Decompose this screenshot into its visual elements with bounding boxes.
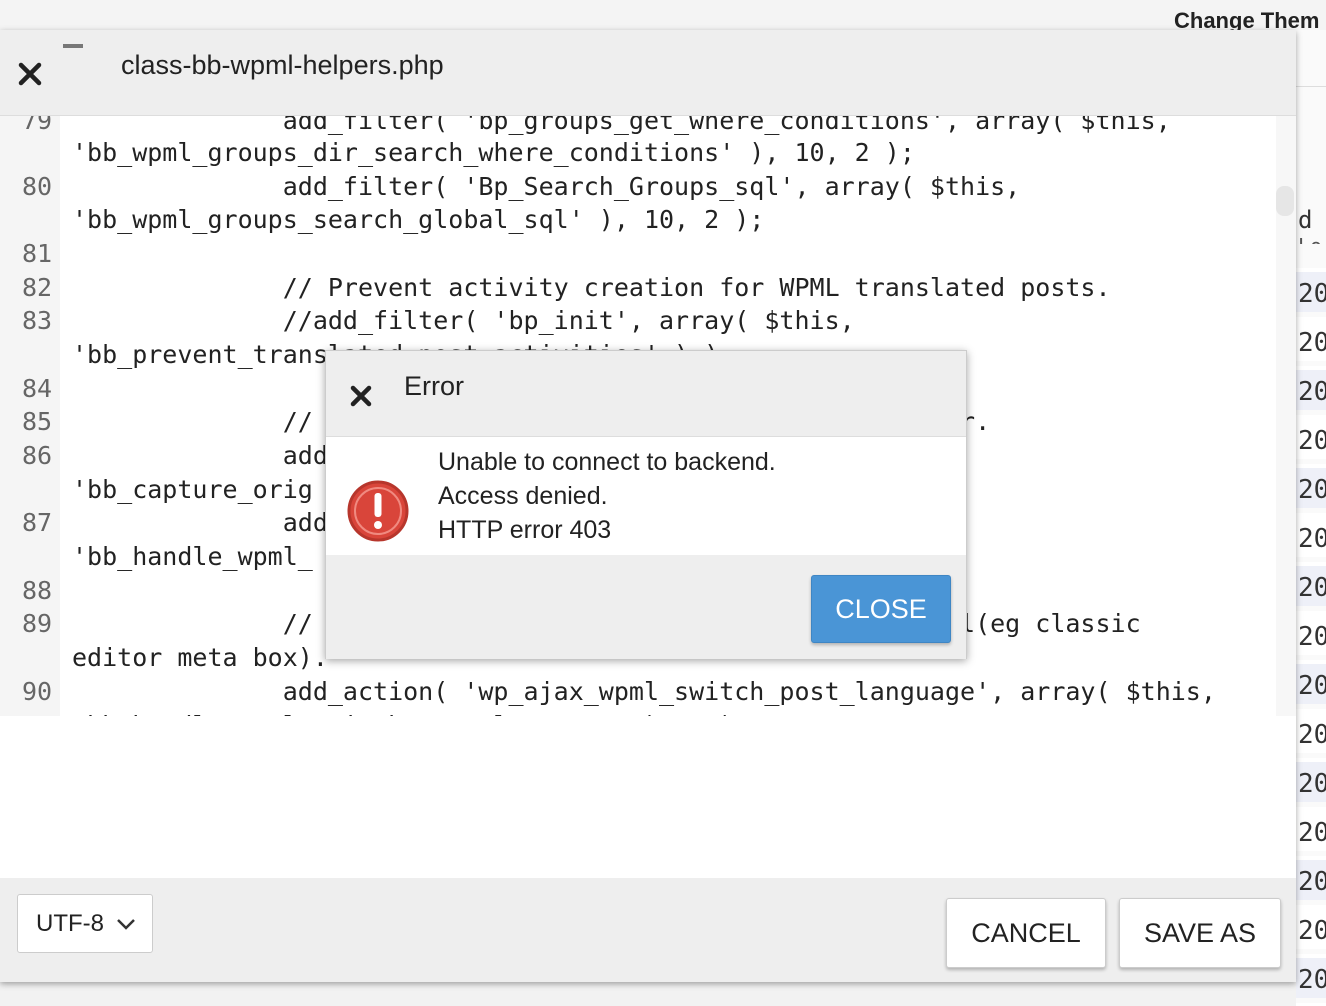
background-table-cell: 20 [1296,317,1326,361]
code-line: editor meta box). [72,643,328,672]
error-message-line: Unable to connect to backend. [438,448,776,476]
code-line: add_a [72,508,358,537]
minimize-icon[interactable] [63,44,85,50]
background-table-cell: 20 [1296,562,1326,606]
line-number: 88 [22,576,53,605]
background-divider [1296,86,1326,87]
background-table-cell: 20 [1296,758,1326,802]
code-line: 'bb_handle_wpml_switch_post_language' ),… [72,709,749,716]
close-icon[interactable] [348,383,374,409]
error-dialog: Error Unable to connect to backend. Acce… [325,350,967,659]
line-number: 79 [22,116,53,135]
encoding-value: UTF-8 [36,910,104,937]
background-table-cell: 20 [1296,464,1326,508]
error-dialog-header: Error [326,351,966,437]
code-line: 'bb_wpml_groups_dir_search_where_conditi… [72,138,915,167]
error-message: Unable to connect to backend. Access den… [438,445,776,547]
background-table-cell: 20 [1296,611,1326,655]
line-number: 83 [22,306,53,335]
background-table-cell: 20 [1296,513,1326,557]
exclamation-icon [346,479,410,543]
save-as-button[interactable]: SAVE AS [1119,898,1281,968]
code-line: //add_filter( 'bp_init', array( $this, [72,306,855,335]
background-table-cell: 20 [1296,709,1326,753]
error-dialog-title: Error [404,371,464,401]
line-number: 80 [22,172,53,201]
line-number: 81 [22,239,53,268]
background-table-fragment: d Lo 20202020202020202020202020202020 [1296,30,1326,1006]
background-table-cell: 20 [1296,268,1326,312]
code-line: 'bb_handle_wpml_ [72,542,313,571]
background-table-cell: 20 [1296,954,1326,998]
chevron-down-icon [117,919,135,930]
line-number: 87 [22,508,53,537]
code-line: add_filter( 'bp_groups_get_where_conditi… [72,116,1171,135]
background-column-header: d [1298,206,1313,234]
code-line: // Prevent activity creation for WPML tr… [72,273,1111,302]
file-editor-footer: UTF-8 CANCEL SAVE AS [0,878,1296,982]
close-icon[interactable] [16,60,44,88]
close-button[interactable]: CLOSE [811,575,951,643]
file-title: class-bb-wpml-helpers.php [121,50,444,80]
line-number: 82 [22,273,53,302]
error-message-line: HTTP error 403 [438,516,612,544]
error-message-line: Access denied. [438,482,608,510]
encoding-select[interactable]: UTF-8 [17,894,153,953]
file-editor-header: class-bb-wpml-helpers.php [0,30,1296,116]
line-number: 86 [22,441,53,470]
background-table-cell: 20 [1296,415,1326,459]
background-table-cell: 20 [1296,660,1326,704]
background-table-cell: 20 [1296,366,1326,410]
background-table-cell: 20 [1296,856,1326,900]
line-number: 85 [22,407,53,436]
line-number: 84 [22,374,53,403]
background-topbar [0,0,1326,30]
error-dialog-footer: CLOSE [326,555,966,659]
line-number: 89 [22,609,53,638]
background-table-cell: 20 [1296,905,1326,949]
code-line: 'bb_wpml_groups_search_global_sql' ), 10… [72,205,765,234]
code-line: add_a [72,441,358,470]
background-table-cell: 20 [1296,807,1326,851]
background-column-header-2: Lo [1298,234,1322,244]
code-line: 'bb_capture_orig [72,475,313,504]
cancel-button[interactable]: CANCEL [946,898,1106,968]
code-line: add_filter( 'Bp_Search_Groups_sql', arra… [72,172,1021,201]
line-number: 90 [22,677,53,706]
editor-scrollbar-thumb[interactable] [1276,186,1294,216]
code-line: add_action( 'wp_ajax_wpml_switch_post_la… [72,677,1216,706]
